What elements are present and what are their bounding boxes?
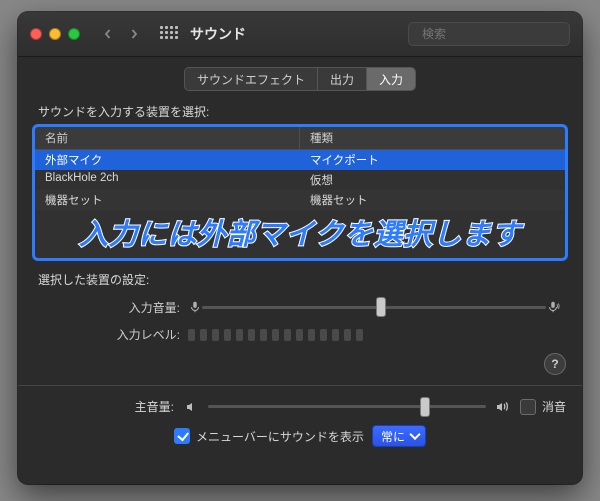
tab-input[interactable]: 入力 [367,68,415,90]
back-button[interactable] [96,23,120,45]
slider-knob[interactable] [376,297,386,317]
selected-device-settings: 入力音量: 入力レベル: [34,296,566,343]
table-row[interactable]: 機器セット 機器セット [35,190,565,210]
help-button[interactable]: ? [544,353,566,375]
table-row[interactable]: BlackHole 2ch 仮想 [35,170,565,190]
search-input[interactable] [420,26,579,42]
mute-checkbox[interactable] [520,399,536,415]
device-name: 機器セット [35,190,300,210]
level-segment [296,329,303,341]
input-level-label: 入力レベル: [40,326,180,343]
menubar-sound-row: メニューバーにサウンドを表示 常に [34,425,566,447]
col-name: 名前 [35,127,300,149]
titlebar: サウンド [18,12,582,57]
level-segment [200,329,207,341]
device-table-wrap: 名前 種類 外部マイク マイクポート BlackHole 2ch 仮想 機器セッ… [34,126,566,259]
device-type: マイクポート [300,150,565,170]
level-segment [224,329,231,341]
level-segment [356,329,363,341]
main-volume-row: 主音量: 消音 [34,398,566,415]
nav-arrows [96,23,146,45]
input-level-meter [188,329,560,341]
device-type: 仮想 [300,170,565,190]
selected-device-settings-label: 選択した装置の設定: [38,271,566,288]
slider-track [202,306,546,309]
speaker-low-icon [184,399,200,415]
tab-output[interactable]: 出力 [318,68,367,90]
device-table: 名前 種類 外部マイク マイクポート BlackHole 2ch 仮想 機器セッ… [34,126,566,259]
device-name: 外部マイク [35,150,300,170]
mic-high-icon [546,300,560,314]
mute-control[interactable]: 消音 [520,398,566,415]
level-segment [212,329,219,341]
level-segment [320,329,327,341]
level-segment [344,329,351,341]
window-title: サウンド [190,24,246,44]
slider-knob[interactable] [420,397,430,417]
tabs-segmented: サウンドエフェクト 出力 入力 [184,67,416,91]
select-device-label: サウンドを入力する装置を選択: [38,103,566,120]
zoom-icon[interactable] [68,28,80,40]
show-all-icon[interactable] [160,26,176,42]
speaker-high-icon [494,399,510,415]
search-field[interactable] [408,22,570,46]
divider [18,385,582,386]
level-segment [260,329,267,341]
level-segment [332,329,339,341]
tab-sound-effects[interactable]: サウンドエフェクト [185,68,318,90]
main-volume-slider[interactable] [184,399,510,415]
input-level-row: 入力レベル: [40,326,560,343]
level-segment [272,329,279,341]
main-volume-label: 主音量: [34,398,174,415]
menubar-checkbox-control[interactable]: メニューバーにサウンドを表示 [174,428,364,445]
level-segment [236,329,243,341]
mute-label: 消音 [542,398,566,415]
input-volume-label: 入力音量: [40,299,180,316]
close-icon[interactable] [30,28,42,40]
menubar-popup[interactable]: 常に [372,425,426,447]
body: サウンドエフェクト 出力 入力 サウンドを入力する装置を選択: 名前 種類 外部… [18,57,582,484]
input-volume-row: 入力音量: [40,296,560,318]
forward-button[interactable] [122,23,146,45]
slider-track [208,405,486,408]
input-volume-slider[interactable] [188,296,560,318]
level-segment [188,329,195,341]
device-table-header: 名前 種類 [35,127,565,150]
menubar-checkbox[interactable] [174,428,190,444]
level-segment [284,329,291,341]
traffic-lights [30,28,80,40]
minimize-icon[interactable] [49,28,61,40]
level-segment [248,329,255,341]
device-type: 機器セット [300,190,565,210]
mic-low-icon [188,300,202,314]
device-name: BlackHole 2ch [35,170,300,190]
table-row[interactable]: 外部マイク マイクポート [35,150,565,170]
menubar-label: メニューバーにサウンドを表示 [196,428,364,445]
preferences-window: サウンド サウンドエフェクト 出力 入力 サウンドを入力する装置を選択: 名前 … [18,12,582,484]
col-type: 種類 [300,127,565,149]
level-segment [308,329,315,341]
